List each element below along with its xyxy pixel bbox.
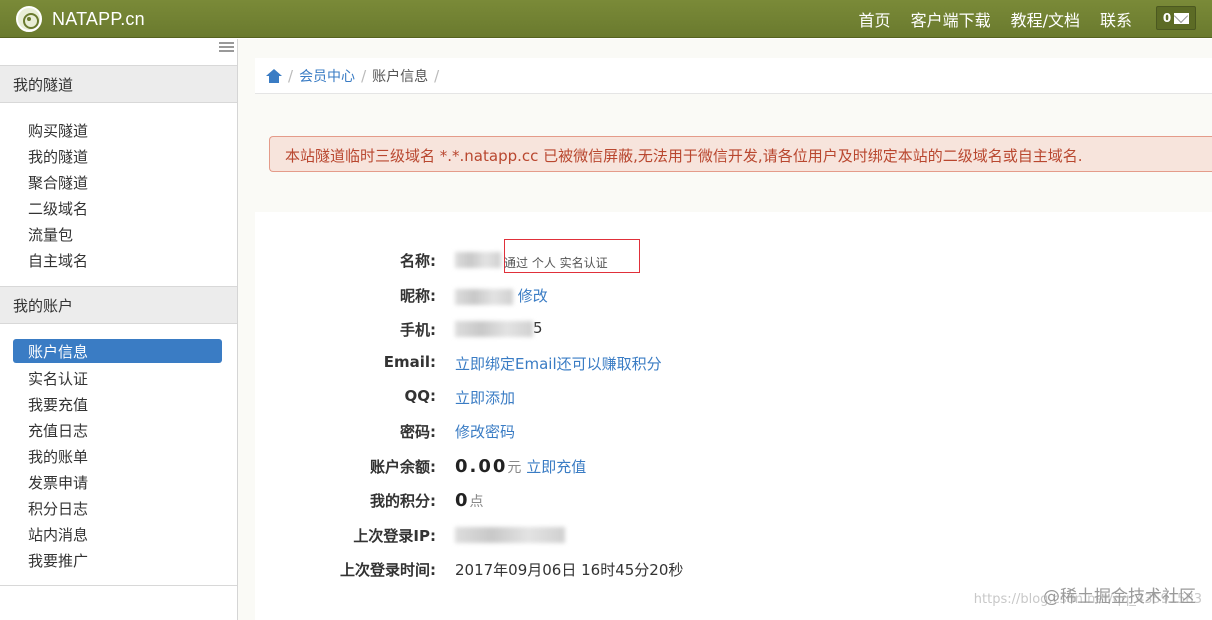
sidebar-section-tunnels[interactable]: 我的隧道 [0, 65, 237, 103]
mail-icon [1174, 12, 1190, 24]
info-row-points: 我的积分: 0点 [255, 488, 1212, 512]
brand-name: NATAPP.cn [52, 8, 145, 29]
top-navbar: NATAPP.cn 首页 客户端下载 教程/文档 联系 0 [0, 0, 1212, 38]
email-label: Email: [383, 353, 436, 371]
sidebar-item-recharge-log[interactable]: 充值日志 [28, 420, 88, 441]
name-label: 名称: [400, 252, 436, 270]
nav-links: 首页 客户端下载 教程/文档 联系 [839, 0, 1132, 38]
phone-label: 手机: [400, 321, 436, 339]
sidebar-item-aggregate-tunnels[interactable]: 聚合隧道 [28, 172, 88, 193]
messages-button[interactable]: 0 [1156, 6, 1196, 30]
points-value: 0点 [455, 490, 484, 511]
bind-email-link[interactable]: 立即绑定Email还可以赚取积分 [455, 353, 662, 374]
redacted-phone [455, 320, 533, 337]
sidebar-item-messages[interactable]: 站内消息 [28, 524, 88, 545]
redacted-name [455, 251, 501, 268]
last-ip-value [455, 525, 565, 543]
sidebar-section-label: 我的账户 [13, 297, 74, 315]
realname-verify-status: 通过 个人 实名认证 [504, 256, 608, 270]
breadcrumb-member-center[interactable]: 会员中心 [299, 66, 355, 86]
breadcrumb-separator: / [434, 66, 440, 85]
nickname-value: 修改 [455, 285, 548, 306]
info-row-password: 密码: 修改密码 [255, 419, 1212, 443]
nickname-label: 昵称: [400, 287, 436, 305]
info-row-qq: QQ: 立即添加 [255, 385, 1212, 409]
balance-amount: 0.00 [455, 456, 508, 477]
add-qq-link[interactable]: 立即添加 [455, 387, 515, 408]
redacted-nickname [455, 288, 513, 305]
name-value [455, 250, 501, 268]
sidebar-item-promote[interactable]: 我要推广 [28, 550, 88, 571]
info-row-name: 名称: [255, 248, 1212, 272]
change-password-link[interactable]: 修改密码 [455, 421, 515, 442]
last-time-value: 2017年09月06日 16时45分20秒 [455, 561, 684, 579]
account-info-panel: 名称: 昵称: 修改 手机: 5 Email: 立即绑定Email还可以赚取积分… [255, 212, 1212, 620]
last-ip-label: 上次登录IP: [353, 527, 436, 545]
balance-value: 0.00元 立即充值 [455, 456, 586, 477]
sidebar-section-label: 我的隧道 [13, 76, 74, 94]
nav-link-docs[interactable]: 教程/文档 [1011, 7, 1080, 31]
nickname-edit-link[interactable]: 修改 [518, 287, 548, 305]
nav-link-home[interactable]: 首页 [859, 7, 891, 31]
redacted-ip [455, 526, 565, 543]
info-row-email: Email: 立即绑定Email还可以赚取积分 [255, 351, 1212, 375]
juejin-watermark: @稀土掘金技术社区 [1043, 587, 1196, 607]
nav-link-contact[interactable]: 联系 [1100, 7, 1132, 31]
balance-unit: 元 [507, 460, 522, 476]
wechat-warning-alert: 本站隧道临时三级域名 *.*.natapp.cc 已被微信屏蔽,无法用于微信开发… [269, 136, 1212, 172]
sidebar-collapse-icon[interactable] [219, 42, 234, 53]
alert-text: 本站隧道临时三级域名 *.*.natapp.cc 已被微信屏蔽,无法用于微信开发… [285, 147, 1083, 165]
sidebar-item-traffic[interactable]: 流量包 [28, 224, 73, 245]
phone-tail: 5 [533, 319, 543, 337]
sidebar-item-label: 账户信息 [28, 343, 89, 361]
sidebar-item-recharge[interactable]: 我要充值 [28, 394, 88, 415]
breadcrumb-separator: / [288, 66, 294, 85]
sidebar-item-bills[interactable]: 我的账单 [28, 446, 88, 467]
phone-value: 5 [455, 319, 543, 337]
info-row-nickname: 昵称: 修改 [255, 283, 1212, 307]
home-icon[interactable] [266, 68, 282, 83]
sidebar-item-subdomain[interactable]: 二级域名 [28, 198, 88, 219]
sidebar-item-realname[interactable]: 实名认证 [28, 368, 88, 389]
sidebar-item-my-tunnels[interactable]: 我的隧道 [28, 146, 88, 167]
sidebar-item-account-info[interactable]: 账户信息 [13, 339, 222, 363]
last-time-label: 上次登录时间: [340, 561, 436, 579]
sidebar: 我的隧道 购买隧道 我的隧道 聚合隧道 二级域名 流量包 自主域名 我的账户 账… [0, 39, 238, 620]
sidebar-section-account[interactable]: 我的账户 [0, 286, 237, 324]
info-row-last-time: 上次登录时间: 2017年09月06日 16时45分20秒 [255, 557, 1212, 581]
info-row-last-ip: 上次登录IP: [255, 523, 1212, 547]
password-label: 密码: [400, 423, 436, 441]
sidebar-item-buy-tunnel[interactable]: 购买隧道 [28, 120, 88, 141]
sidebar-divider [0, 585, 237, 586]
balance-label: 账户余额: [370, 458, 436, 476]
sidebar-item-invoice[interactable]: 发票申请 [28, 472, 88, 493]
info-row-balance: 账户余额: 0.00元 立即充值 [255, 454, 1212, 478]
recharge-link[interactable]: 立即充值 [526, 458, 586, 476]
breadcrumb-separator: / [361, 66, 367, 85]
natapp-logo-icon [16, 6, 42, 32]
breadcrumb: / 会员中心 / 账户信息 / [255, 58, 1212, 94]
breadcrumb-current: 账户信息 [372, 68, 429, 85]
sidebar-item-custom-domain[interactable]: 自主域名 [28, 250, 88, 271]
info-row-phone: 手机: 5 [255, 317, 1212, 341]
qq-label: QQ: [404, 387, 436, 405]
points-amount: 0 [455, 490, 470, 511]
nav-link-download[interactable]: 客户端下载 [911, 7, 991, 31]
sidebar-item-points-log[interactable]: 积分日志 [28, 498, 88, 519]
points-label: 我的积分: [370, 492, 436, 510]
message-count: 0 [1162, 11, 1172, 25]
brand[interactable]: NATAPP.cn [16, 4, 145, 34]
points-unit: 点 [469, 494, 484, 510]
